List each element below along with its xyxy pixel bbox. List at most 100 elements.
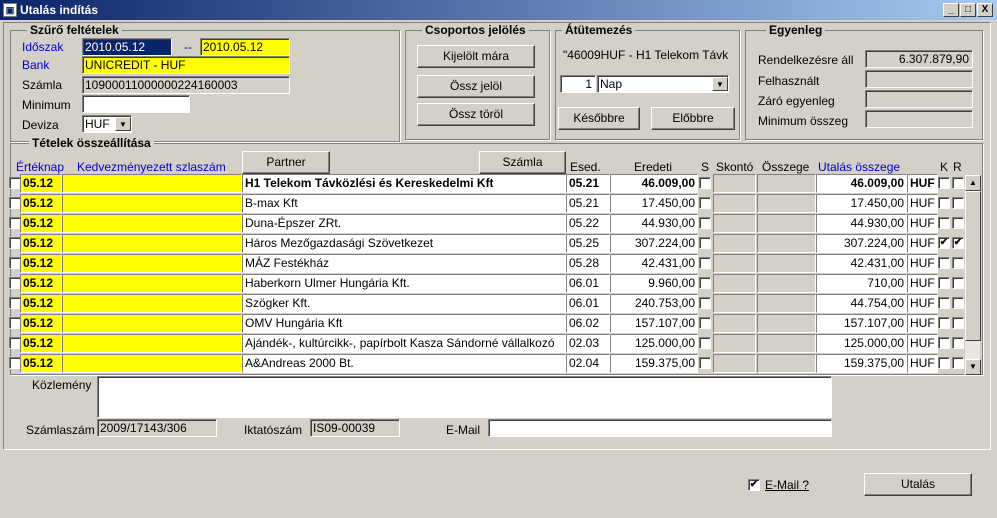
reschedule-title: Átütemezés [562,23,636,37]
r-checkbox[interactable] [952,317,964,329]
bank-field[interactable]: UNICREDIT - HUF [82,56,290,74]
scroll-thumb[interactable] [965,191,981,341]
beneficiary-account-cell[interactable] [62,294,242,313]
r-checkbox[interactable] [952,297,964,309]
k-checkbox[interactable]: ✔ [938,237,950,249]
period-from-field[interactable]: 2010.05.12 [82,38,172,56]
due-date-cell: 06.01 [566,294,610,313]
maximize-button[interactable]: □ [960,3,976,17]
reschedule-unit-select[interactable]: Nap [597,75,729,93]
later-button[interactable]: Későbbre [558,107,640,130]
earlier-button[interactable]: Előbbre [651,107,735,130]
k-checkbox[interactable] [938,337,950,349]
scroll-down-icon[interactable]: ▼ [965,359,981,375]
transfer-amount-cell[interactable]: 159.375,00 [816,354,907,373]
currency-label: Deviza [22,118,59,132]
r-checkbox[interactable] [952,257,964,269]
beneficiary-account-cell[interactable] [62,174,242,193]
beneficiary-account-cell[interactable] [62,254,242,273]
items-scrollbar[interactable]: ▲ ▼ [964,175,981,375]
original-amount-cell: 240.753,00 [610,294,698,313]
k-checkbox[interactable] [938,197,950,209]
currency-cell: HUF [907,214,938,233]
transfer-amount-cell[interactable]: 42.431,00 [816,254,907,273]
account-label: Számla [22,78,63,92]
s-checkbox[interactable] [699,237,711,249]
partner-button[interactable]: Partner [242,151,330,174]
transfer-amount-cell[interactable]: 44.754,00 [816,294,907,313]
col-k: K [940,160,949,174]
minimum-field[interactable] [82,95,190,113]
beneficiary-account-cell[interactable] [62,194,242,213]
transfer-amount-cell[interactable]: 157.107,00 [816,314,907,333]
currency-cell: HUF [907,274,938,293]
k-checkbox[interactable] [938,297,950,309]
value-day-cell: 05.12 [20,274,62,293]
beneficiary-account-cell[interactable] [62,354,242,373]
transfer-amount-cell[interactable]: 46.009,00 [816,174,907,193]
k-checkbox[interactable] [938,317,950,329]
r-checkbox[interactable] [952,337,964,349]
s-checkbox[interactable] [699,337,711,349]
k-checkbox[interactable] [938,177,950,189]
transfer-amount-cell[interactable]: 125.000,00 [816,334,907,353]
s-checkbox[interactable] [699,277,711,289]
close-button[interactable]: X [977,3,993,17]
due-date-cell: 05.25 [566,234,610,253]
scroll-up-icon[interactable]: ▲ [965,175,981,191]
r-checkbox[interactable] [952,217,964,229]
value-day-cell: 05.12 [20,254,62,273]
k-checkbox[interactable] [938,217,950,229]
value-day-cell: 05.12 [20,334,62,353]
marked-today-button[interactable]: Kijelölt mára [417,45,535,68]
s-checkbox[interactable] [699,217,711,229]
k-checkbox[interactable] [938,357,950,369]
clear-all-button[interactable]: Össz töröl [417,103,535,126]
transfer-amount-cell[interactable]: 307.224,00 [816,234,907,253]
original-amount-cell: 46.009,00 [610,174,698,193]
k-checkbox[interactable] [938,257,950,269]
r-checkbox[interactable] [952,177,964,189]
transfer-button[interactable]: Utalás [864,473,972,496]
items-title: Tételek összeállítása [29,136,154,150]
col-due: Esed. [570,160,601,174]
transfer-amount-cell[interactable]: 17.450,00 [816,194,907,213]
mark-all-button[interactable]: Össz jelöl [417,75,535,98]
r-checkbox[interactable] [952,197,964,209]
col-discount: Skontó [716,160,754,174]
r-checkbox[interactable] [952,357,964,369]
discount-cell [713,314,756,333]
beneficiary-account-cell[interactable] [62,274,242,293]
beneficiary-account-cell[interactable] [62,334,242,353]
s-checkbox[interactable] [699,317,711,329]
r-checkbox[interactable] [952,277,964,289]
s-checkbox[interactable] [699,357,711,369]
used-label: Felhasznált [758,74,820,88]
currency-dropdown-icon[interactable]: ▼ [115,117,131,131]
transfer-amount-cell[interactable]: 44.930,00 [816,214,907,233]
email-field[interactable] [488,419,832,437]
beneficiary-account-cell[interactable] [62,314,242,333]
amount-cell [757,274,816,293]
original-amount-cell: 9.960,00 [610,274,698,293]
s-checkbox[interactable] [699,197,711,209]
transfer-amount-cell[interactable]: 710,00 [816,274,907,293]
r-checkbox[interactable]: ✔ [952,237,964,249]
email-checkbox[interactable]: ✔ [748,479,760,491]
note-field[interactable] [97,376,832,418]
s-checkbox[interactable] [699,297,711,309]
beneficiary-account-cell[interactable] [62,234,242,253]
reschedule-count-field[interactable]: 1 [560,75,596,93]
col-transfer: Utalás összege [818,160,901,174]
unit-dropdown-icon[interactable]: ▼ [712,77,728,91]
available-label: Rendelkezésre áll [758,53,854,67]
s-checkbox[interactable] [699,177,711,189]
beneficiary-account-cell[interactable] [62,214,242,233]
period-to-field[interactable]: 2010.05.12 [200,38,290,56]
currency-cell: HUF [907,294,938,313]
k-checkbox[interactable] [938,277,950,289]
s-checkbox[interactable] [699,257,711,269]
available-field: 6.307.879,90 [865,50,973,68]
minimize-button[interactable]: _ [943,3,959,17]
invoice-button[interactable]: Számla [479,151,566,174]
